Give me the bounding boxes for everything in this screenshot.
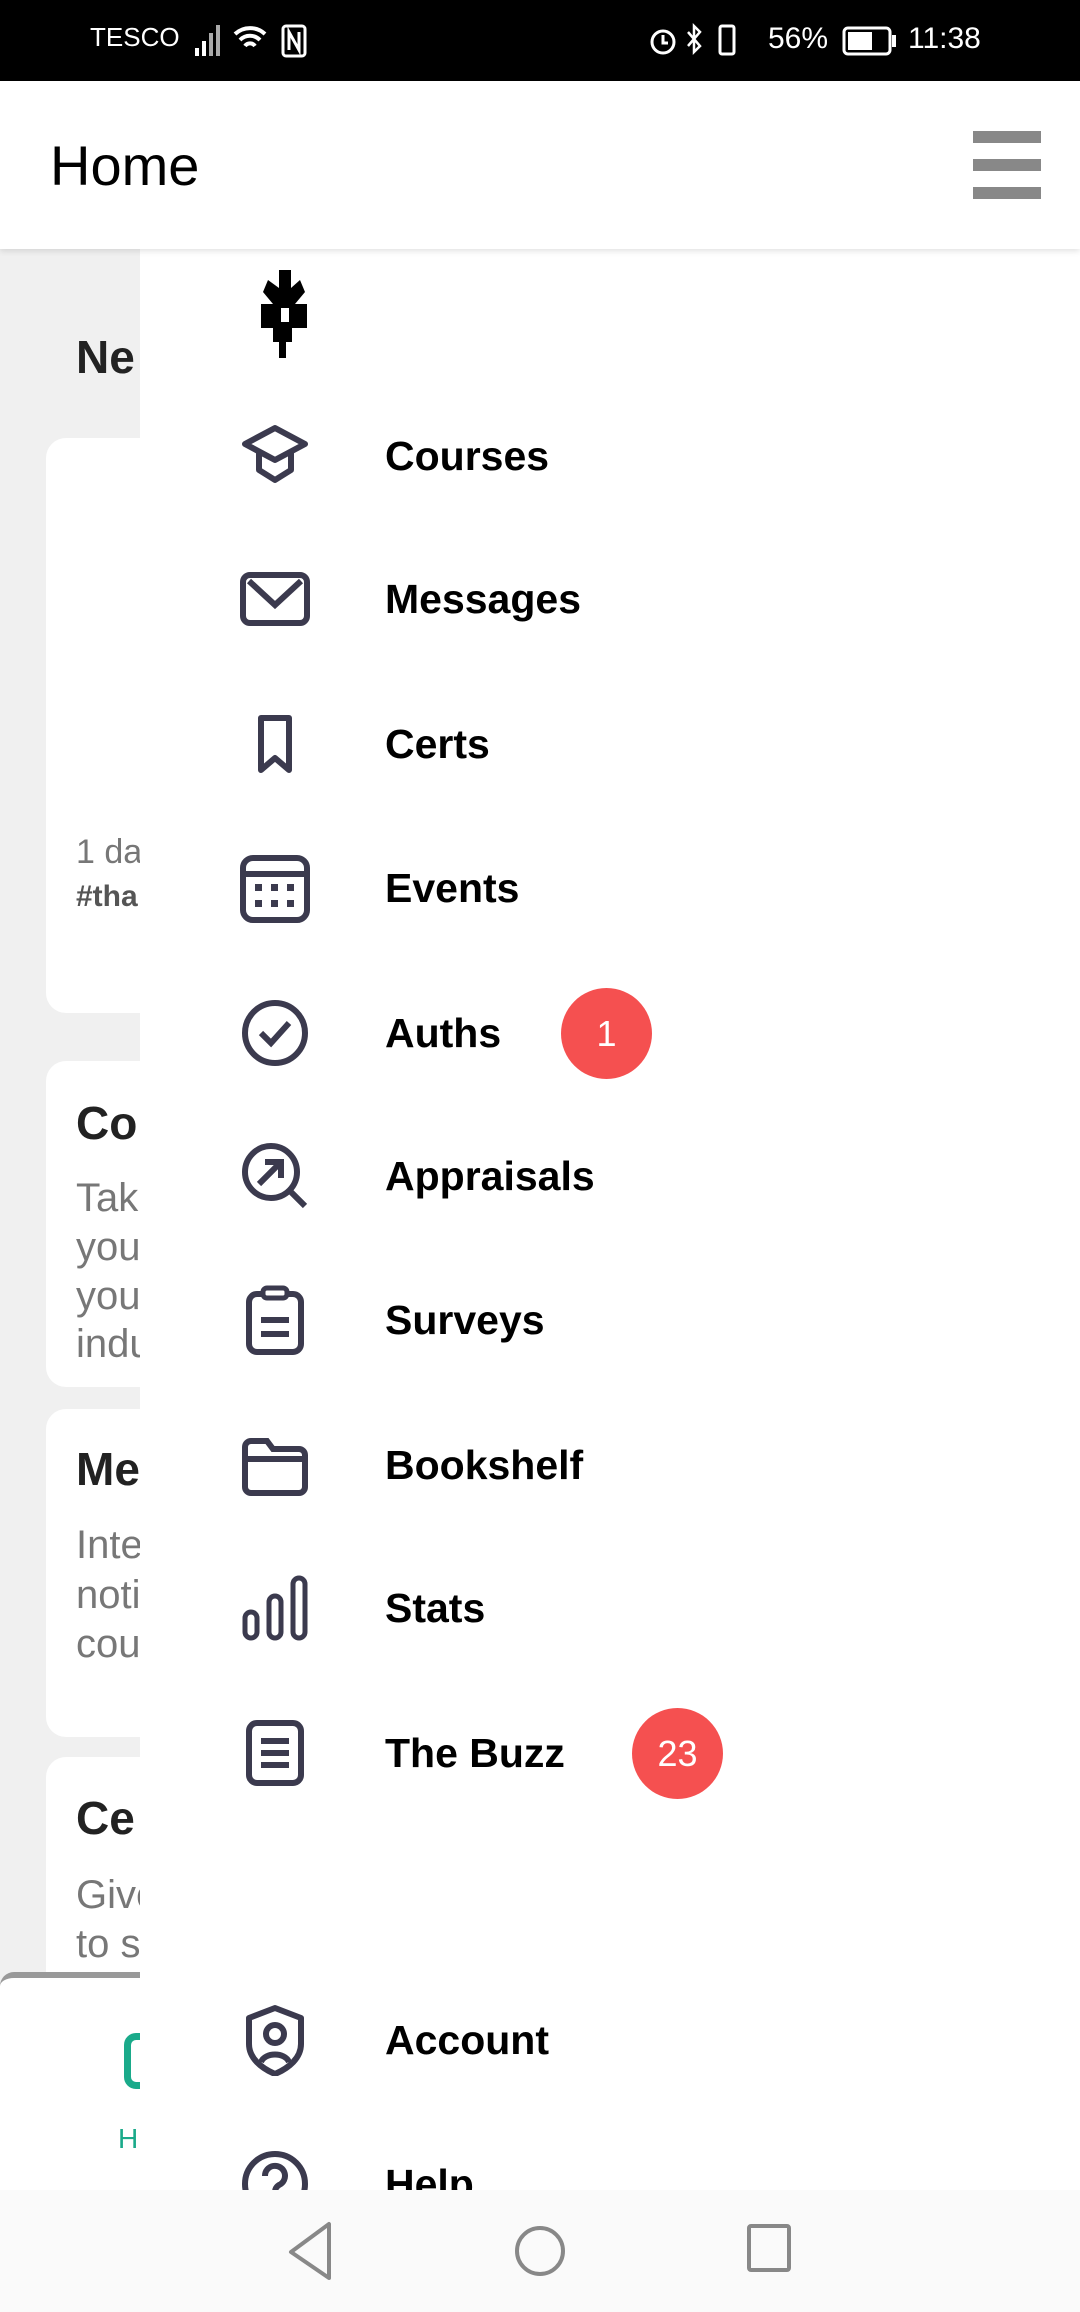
- home-icon[interactable]: [513, 2220, 567, 2282]
- drawer-item-bookshelf[interactable]: Bookshelf: [140, 1400, 1080, 1530]
- home-tab-label[interactable]: H: [118, 2123, 138, 2155]
- drawer-item-label: Bookshelf: [385, 1442, 584, 1488]
- calendar-icon: [240, 855, 310, 923]
- drawer-item-account[interactable]: Account: [140, 1975, 1080, 2105]
- drawer-item-messages[interactable]: Messages: [140, 534, 1080, 664]
- section-heading: Ne: [76, 331, 135, 383]
- notification-badge: 23: [632, 1708, 723, 1799]
- card-text: Tak: [76, 1176, 139, 1220]
- battery-icon: [842, 26, 896, 56]
- drawer-item-auths[interactable]: Auths 1: [140, 968, 1080, 1098]
- drawer-item-surveys[interactable]: Surveys: [140, 1255, 1080, 1385]
- drawer-item-label: Stats: [385, 1585, 486, 1631]
- shield-user-icon: [246, 2005, 304, 2076]
- drawer-item-label: Surveys: [385, 1297, 545, 1343]
- drawer-item-certs[interactable]: Certs: [140, 679, 1080, 809]
- card-text: you: [76, 1274, 141, 1318]
- card-text: Inte: [76, 1523, 143, 1567]
- card-text: noti: [76, 1573, 141, 1617]
- card-text: you: [76, 1225, 141, 1269]
- status-bar: TESCO 56% 11:38: [0, 0, 1080, 81]
- bookmark-icon: [258, 715, 292, 773]
- card-tag: #tha: [76, 880, 138, 913]
- drawer-item-label: Appraisals: [385, 1153, 595, 1199]
- carrier: TESCO: [90, 22, 180, 52]
- folder-icon: [242, 1438, 308, 1496]
- card-title: Co: [76, 1097, 138, 1149]
- drawer-item-events[interactable]: Events: [140, 823, 1080, 953]
- search-arrow-icon: [242, 1143, 308, 1209]
- clock: 11:38: [908, 22, 981, 55]
- drawer-item-help[interactable]: Help: [140, 2119, 1080, 2190]
- document-icon: [246, 1720, 304, 1786]
- system-nav-bar: [0, 2190, 1080, 2312]
- drawer-item-label: Certs: [385, 721, 490, 767]
- graduation-cap-icon: [242, 425, 308, 483]
- card-title: Me: [76, 1443, 140, 1495]
- navigation-drawer: Courses Messages Certs Events Auths 1 Appraisa…: [140, 249, 1080, 2190]
- drawer-item-appraisals[interactable]: Appraisals: [140, 1111, 1080, 1241]
- card-text: cou: [76, 1622, 141, 1666]
- drawer-item-label: Events: [385, 865, 520, 911]
- hamburger-icon[interactable]: [973, 131, 1041, 199]
- clipboard-icon: [246, 1285, 304, 1355]
- drawer-item-label: Account: [385, 2017, 549, 2063]
- battery-percent: 56%: [768, 22, 829, 55]
- drawer-item-label: The Buzz: [385, 1730, 565, 1776]
- help-circle-icon: [242, 2151, 308, 2190]
- page-title: Home: [50, 134, 200, 197]
- app-bar: Home: [0, 81, 1080, 249]
- drawer-item-the-buzz[interactable]: The Buzz 23: [140, 1688, 1080, 1818]
- card-text: to s: [76, 1922, 141, 1966]
- app-logo: [261, 270, 307, 358]
- drawer-item-courses[interactable]: Courses: [140, 391, 1080, 521]
- bar-chart-icon: [242, 1575, 308, 1641]
- notification-badge: 1: [561, 988, 652, 1079]
- alarm-bluetooth-vibrate-icons: [650, 22, 736, 56]
- drawer-item-label: Auths: [385, 1010, 502, 1056]
- check-circle-icon: [242, 1000, 308, 1066]
- drawer-item-stats[interactable]: Stats: [140, 1543, 1080, 1673]
- card-title: Ce: [76, 1792, 135, 1844]
- back-icon[interactable]: [285, 2220, 335, 2282]
- drawer-item-label: Help: [385, 2161, 474, 2190]
- drawer-item-label: Messages: [385, 576, 582, 622]
- recents-icon[interactable]: [745, 2220, 795, 2282]
- envelope-icon: [240, 572, 310, 626]
- signal-wifi-nfc-icons: [195, 24, 307, 58]
- card-time: 1 da: [76, 833, 143, 871]
- drawer-item-label: Courses: [385, 433, 550, 479]
